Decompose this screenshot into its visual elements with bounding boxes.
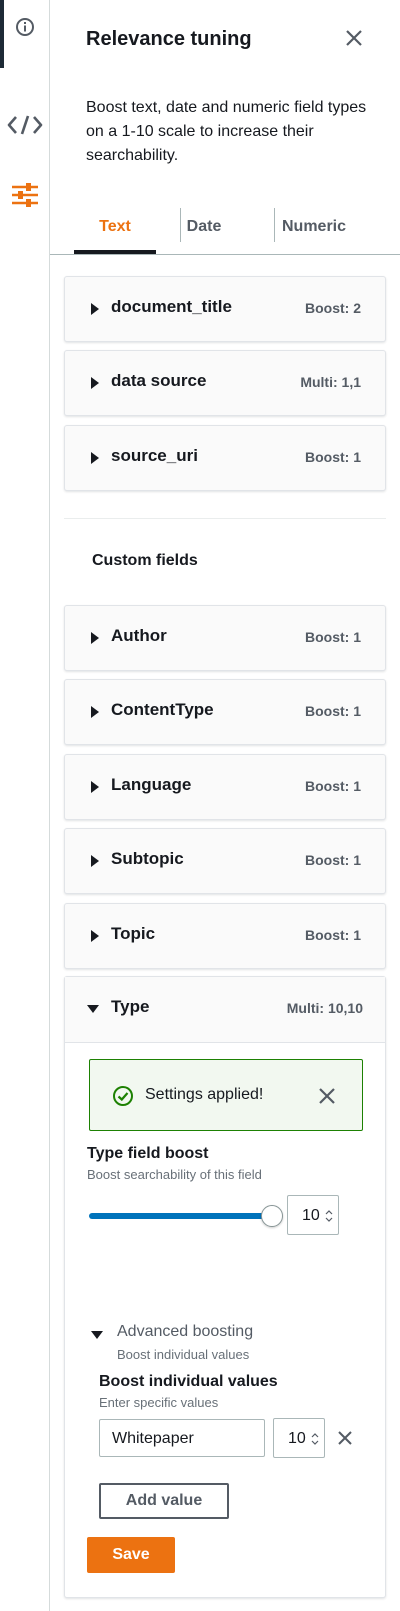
field-boost-value: Boost: 1 — [305, 778, 361, 794]
caret-down-icon — [87, 1005, 99, 1013]
value-text: Whitepaper — [112, 1430, 194, 1447]
field-boost-title: Type field boost — [87, 1145, 209, 1162]
panel-title: Relevance tuning — [86, 28, 252, 50]
close-icon — [346, 30, 362, 46]
relevance-tuning-panel: Relevance tuning Boost text, date and nu… — [50, 0, 400, 1611]
panel-description: Boost text, date and numeric field types… — [86, 99, 367, 164]
field-author[interactable]: Author Boost: 1 — [64, 605, 386, 671]
field-boost-value: Boost: 1 — [305, 449, 361, 465]
dismiss-alert-icon[interactable] — [316, 1085, 338, 1107]
section-divider — [64, 518, 386, 519]
field-name: Language — [111, 775, 192, 794]
caret-right-icon — [91, 706, 99, 718]
field-subtopic[interactable]: Subtopic Boost: 1 — [64, 828, 386, 894]
field-name: Topic — [111, 924, 156, 943]
field-language[interactable]: Language Boost: 1 — [64, 754, 386, 820]
field-topic[interactable]: Topic Boost: 1 — [64, 903, 386, 969]
field-type-tabs: Text Date Numeric — [74, 200, 400, 256]
field-name: ContentType — [111, 700, 214, 719]
field-boost-input[interactable]: 10 — [287, 1195, 339, 1235]
field-name: Author — [111, 626, 167, 645]
field-boost-value: Boost: 1 — [305, 703, 361, 719]
field-boost-input-value: 10 — [302, 1207, 320, 1224]
field-boost-value: Boost: 1 — [305, 629, 361, 645]
field-boost-value: Boost: 1 — [305, 927, 361, 943]
field-type-header[interactable]: Type Multi: 10,10 — [65, 977, 385, 1043]
icon-rail — [0, 0, 50, 1611]
field-boost-value: Multi: 1,1 — [300, 374, 361, 390]
info-icon[interactable] — [0, 12, 50, 42]
code-icon[interactable] — [0, 110, 50, 140]
field-boost-value: Boost: 2 — [305, 300, 361, 316]
field-data-source[interactable]: data source Multi: 1,1 — [64, 350, 386, 416]
check-circle-icon — [113, 1086, 133, 1106]
caret-right-icon — [91, 632, 99, 644]
value-boost-input[interactable]: 10 — [273, 1418, 325, 1458]
tab-date[interactable]: Date — [158, 200, 250, 254]
success-alert: Settings applied! — [89, 1059, 363, 1131]
field-source-uri[interactable]: source_uri Boost: 1 — [64, 425, 386, 491]
close-icon — [338, 1431, 352, 1445]
caret-right-icon — [91, 452, 99, 464]
field-boost-description: Boost searchability of this field — [87, 1167, 262, 1182]
close-panel-button[interactable] — [342, 26, 366, 50]
sliders-icon[interactable] — [0, 178, 50, 212]
custom-fields-heading: Custom fields — [92, 552, 198, 569]
tab-text[interactable]: Text — [74, 200, 156, 254]
tabs-divider — [50, 254, 400, 255]
caret-right-icon — [91, 781, 99, 793]
field-name: Subtopic — [111, 849, 184, 868]
tab-numeric[interactable]: Numeric — [252, 200, 376, 254]
advanced-boosting-toggle[interactable]: Advanced boosting — [117, 1323, 253, 1341]
caret-right-icon — [91, 930, 99, 942]
field-name: data source — [111, 371, 207, 390]
spinner-icon[interactable] — [311, 1432, 319, 1446]
value-text-input[interactable]: Whitepaper — [99, 1419, 265, 1457]
caret-right-icon — [91, 303, 99, 315]
field-name: Type — [111, 997, 150, 1016]
individual-values-title: Boost individual values — [99, 1373, 278, 1390]
remove-value-button[interactable] — [335, 1428, 355, 1448]
caret-right-icon — [91, 855, 99, 867]
advanced-boosting-description: Boost individual values — [117, 1347, 250, 1362]
field-name: source_uri — [111, 446, 198, 465]
field-boost-value: Multi: 10,10 — [286, 1000, 363, 1016]
boost-slider-track[interactable] — [89, 1213, 271, 1219]
caret-right-icon — [91, 377, 99, 389]
value-boost-input-value: 10 — [288, 1430, 306, 1447]
alert-message: Settings applied! — [145, 1086, 264, 1103]
caret-down-icon[interactable] — [91, 1331, 103, 1339]
field-type-expanded: Type Multi: 10,10 Settings applied! Type… — [64, 976, 386, 1598]
boost-slider-handle[interactable] — [261, 1205, 283, 1227]
field-name: document_title — [111, 297, 232, 316]
add-value-button[interactable]: Add value — [99, 1483, 229, 1519]
field-document-title[interactable]: document_title Boost: 2 — [64, 276, 386, 342]
field-contenttype[interactable]: ContentType Boost: 1 — [64, 679, 386, 745]
spinner-icon[interactable] — [325, 1209, 333, 1223]
save-button[interactable]: Save — [87, 1537, 175, 1573]
individual-values-description: Enter specific values — [99, 1395, 219, 1410]
field-boost-value: Boost: 1 — [305, 852, 361, 868]
